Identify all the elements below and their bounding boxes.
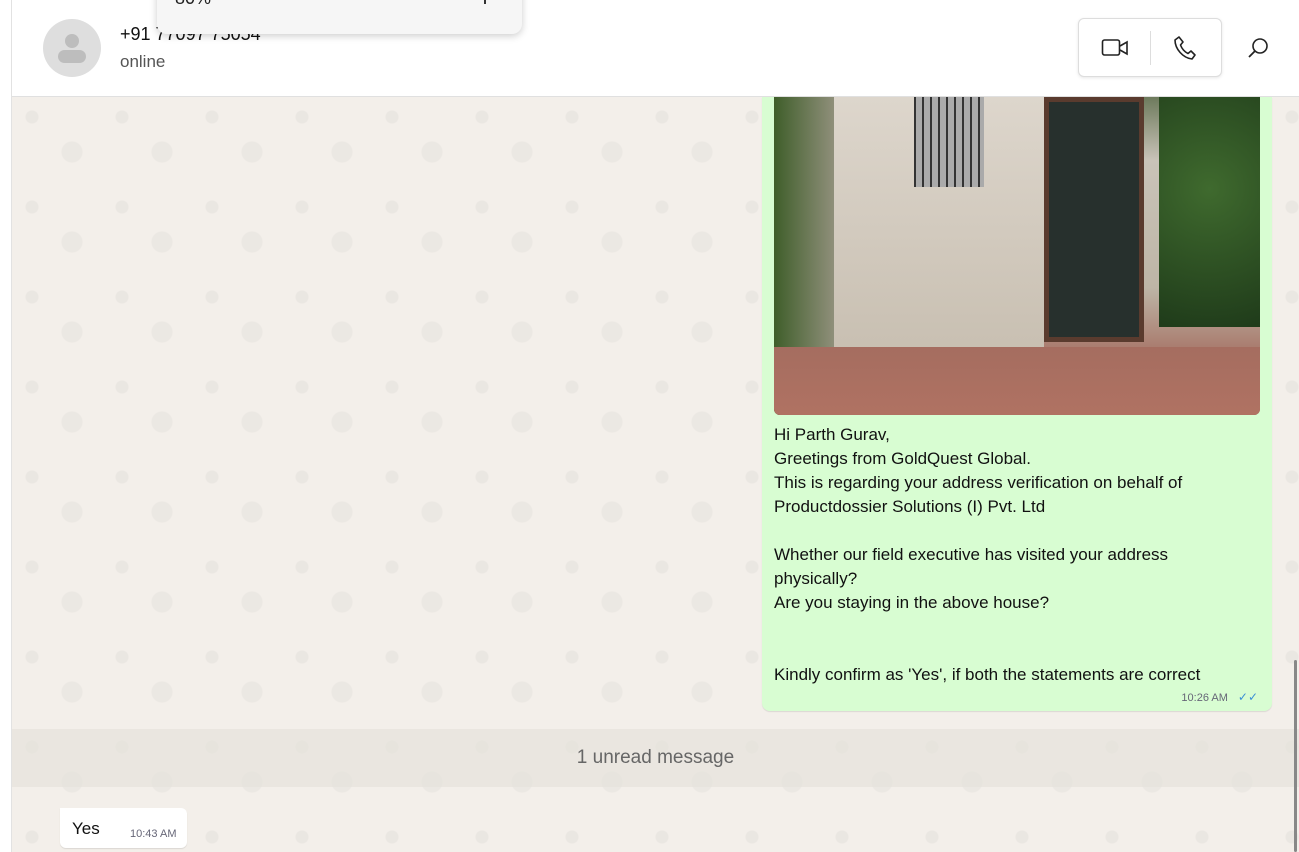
scrollbar[interactable] [1294,660,1297,852]
left-edge [0,0,12,852]
message-meta: 10:26 AM ✓✓ [1181,690,1258,704]
contact-status: online [120,52,166,71]
message-text: Hi Parth Gurav, Greetings from GoldQuest… [774,425,1201,684]
zoom-value: 80% [175,0,211,9]
call-buttons [1078,18,1222,77]
zoom-popup: 80% [157,0,522,34]
unread-divider: 1 unread message [12,729,1299,787]
outgoing-message[interactable]: Hi Parth Gurav, Greetings from GoldQuest… [762,97,1272,711]
message-time: 10:43 AM [130,828,177,840]
search-icon[interactable] [1247,37,1269,64]
zoom-slider-handle[interactable] [484,0,486,4]
incoming-message[interactable]: Yes 10:43 AM [60,808,187,848]
house-photo[interactable] [774,97,1260,415]
video-camera-icon[interactable] [1101,37,1129,64]
divider [1150,31,1151,65]
read-ticks-icon: ✓✓ [1237,690,1258,704]
message-time: 10:26 AM [1181,692,1228,704]
message-text: Yes [72,819,100,838]
chat-area: Hi Parth Gurav, Greetings from GoldQuest… [12,97,1299,852]
avatar[interactable] [43,19,101,77]
phone-icon[interactable] [1173,35,1197,66]
